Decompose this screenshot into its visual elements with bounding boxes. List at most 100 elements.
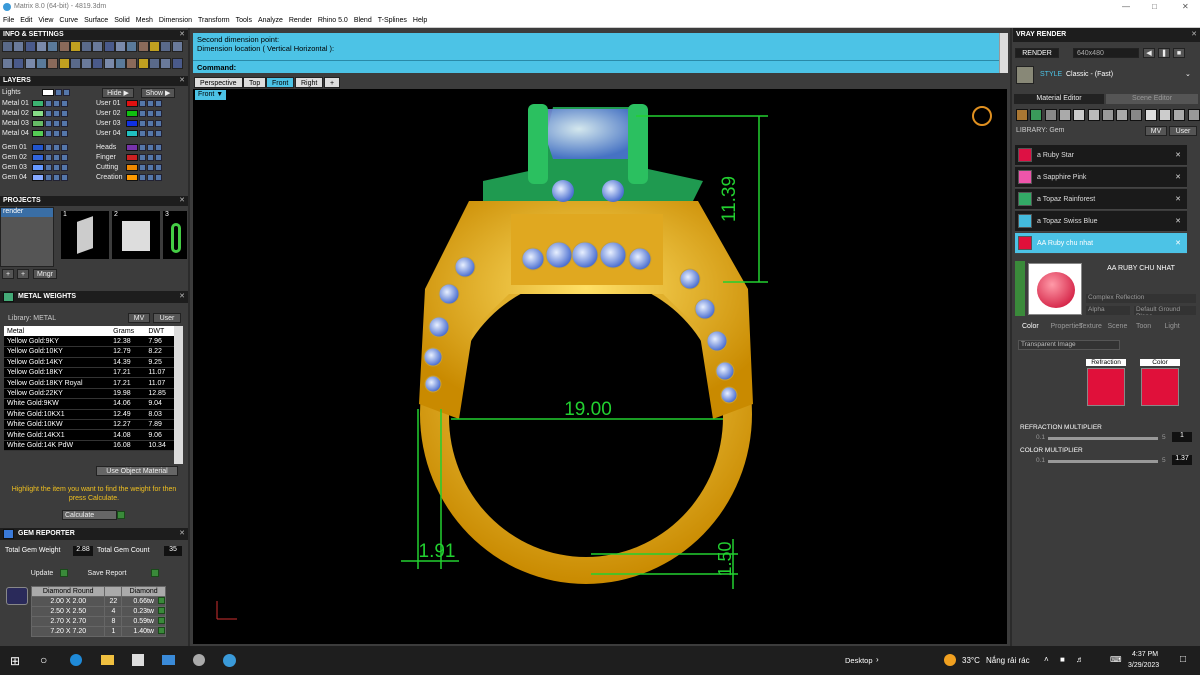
toolbar-icon[interactable]	[103, 41, 115, 52]
preview-toggle[interactable]	[1015, 261, 1025, 316]
layer-color-swatch[interactable]	[126, 100, 138, 107]
lock-icon[interactable]	[139, 164, 146, 171]
layer-row[interactable]: User 03	[94, 119, 162, 128]
subtab-toon[interactable]: Toon	[1136, 323, 1151, 330]
close-icon[interactable]: ✕	[1175, 217, 1181, 225]
menu-surface[interactable]: Surface	[84, 17, 108, 24]
tab-material-editor[interactable]: Material Editor	[1014, 94, 1104, 104]
chevron-down-icon[interactable]: ⌄	[1185, 70, 1191, 78]
menu-view[interactable]: View	[38, 17, 53, 24]
project-item[interactable]: render	[1, 208, 53, 217]
windows-start-icon[interactable]: ⊞	[10, 654, 20, 668]
toolbar-icon[interactable]	[47, 58, 59, 69]
layer-option-icon[interactable]	[61, 130, 68, 137]
material-tool-icon[interactable]	[1116, 109, 1129, 121]
layer-color-swatch[interactable]	[32, 130, 44, 137]
subtab-texture[interactable]: Texture	[1079, 323, 1102, 330]
menu-tools[interactable]: Tools	[236, 17, 252, 24]
layer-color-swatch[interactable]	[32, 164, 44, 171]
menu-tsplines[interactable]: T-Splines	[378, 17, 407, 24]
toolbar-icon[interactable]	[69, 58, 81, 69]
eye-icon[interactable]	[147, 110, 154, 117]
layer-option-icon[interactable]	[61, 154, 68, 161]
tab-front[interactable]: Front	[266, 77, 295, 88]
toolbar-icon[interactable]	[126, 58, 138, 69]
layer-color-swatch[interactable]	[126, 130, 138, 137]
eye-icon[interactable]	[53, 130, 60, 137]
calculate-button[interactable]: Calculate	[62, 510, 117, 520]
transparent-dropdown[interactable]: Transparent Image	[1018, 340, 1120, 350]
maximize-icon[interactable]: □	[1152, 2, 1157, 11]
eye-icon[interactable]	[147, 100, 154, 107]
toolbar-icon[interactable]	[148, 41, 160, 52]
material-item[interactable]: a Sapphire Pink ✕	[1015, 167, 1187, 188]
layer-color-swatch[interactable]	[126, 174, 138, 181]
mv-button[interactable]: MV	[128, 313, 150, 323]
layer-row[interactable]: Creation	[94, 173, 162, 182]
project-thumb[interactable]: 2	[112, 211, 160, 259]
color-swatch[interactable]	[1141, 368, 1179, 406]
layer-option-icon[interactable]	[61, 120, 68, 127]
tab-scene-editor[interactable]: Scene Editor	[1106, 94, 1198, 104]
material-tool-icon[interactable]	[1073, 109, 1086, 121]
layer-color-swatch[interactable]	[32, 174, 44, 181]
rm-value[interactable]: 1	[1172, 432, 1192, 442]
layer-option-icon[interactable]	[155, 164, 162, 171]
toolbar-icon[interactable]	[47, 41, 59, 52]
material-tool-icon[interactable]	[1173, 109, 1186, 121]
table-row[interactable]: Yellow Gold:14KY 14.39 9.25	[4, 357, 176, 369]
material-tool-icon[interactable]	[1144, 109, 1157, 121]
table-row[interactable]: Yellow Gold:9KY 12.38 7.96	[4, 336, 176, 348]
search-icon[interactable]: ○	[40, 653, 47, 667]
lock-icon[interactable]	[45, 174, 52, 181]
eye-icon[interactable]	[147, 164, 154, 171]
folder-icon[interactable]	[101, 655, 114, 665]
lock-icon[interactable]	[139, 110, 146, 117]
material-tool-icon[interactable]	[1016, 109, 1028, 121]
material-item[interactable]: a Ruby Star ✕	[1015, 145, 1187, 166]
material-tool-icon[interactable]	[1058, 109, 1071, 121]
toolbar-icon[interactable]	[13, 41, 25, 52]
chevron-up-icon[interactable]: ˄	[1044, 655, 1049, 664]
layer-row[interactable]: Metal 03	[0, 119, 68, 128]
style-dropdown[interactable]: Classic - (Fast)	[1066, 71, 1113, 78]
menu-file[interactable]: File	[3, 17, 14, 24]
material-tool-icon[interactable]	[1030, 109, 1043, 121]
layer-color-swatch[interactable]	[32, 120, 44, 127]
toolbar-icon[interactable]	[137, 41, 149, 52]
layer-color-swatch[interactable]	[126, 110, 138, 117]
menu-render[interactable]: Render	[289, 17, 312, 24]
material-item[interactable]: AA Ruby chu nhat ✕	[1015, 233, 1187, 254]
minimize-icon[interactable]: —	[1122, 2, 1130, 11]
lock-icon[interactable]	[139, 154, 146, 161]
viewport-front[interactable]: Front ▼ 11.39 19.00 1.91 1.50	[193, 89, 1007, 644]
layer-option-icon[interactable]	[61, 110, 68, 117]
eye-icon[interactable]	[53, 164, 60, 171]
update-go-icon[interactable]	[60, 569, 68, 577]
toolbar-icon[interactable]	[81, 58, 93, 69]
command-input[interactable]: Command:	[193, 60, 999, 73]
scrollbar[interactable]	[174, 326, 183, 464]
table-row[interactable]: 2.00 X 2.00 22 0.66tw	[30, 596, 166, 607]
table-row[interactable]: White Gold:10KX1 12.49 8.03	[4, 409, 176, 421]
eye-icon[interactable]	[147, 130, 154, 137]
layer-option-icon[interactable]	[155, 110, 162, 117]
layer-color-swatch[interactable]	[126, 144, 138, 151]
toolbar-icon[interactable]	[115, 41, 126, 52]
toolbar-icon[interactable]	[103, 58, 115, 69]
eye-icon[interactable]	[147, 154, 154, 161]
layer-option-icon[interactable]	[155, 120, 162, 127]
table-row[interactable]: Yellow Gold:22KY 19.98 12.85	[4, 388, 176, 400]
menu-curve[interactable]: Curve	[59, 17, 78, 24]
layer-row[interactable]: Finger	[94, 153, 162, 162]
eye-icon[interactable]	[53, 154, 60, 161]
lock-icon[interactable]	[45, 100, 52, 107]
close-icon[interactable]: ✕	[179, 291, 185, 303]
eye-icon[interactable]	[53, 110, 60, 117]
cm-value[interactable]: 1.37	[1172, 455, 1192, 465]
user-button[interactable]: User	[1169, 126, 1197, 136]
toolbar-icon[interactable]	[160, 58, 172, 69]
stop-icon[interactable]: ■	[1173, 48, 1185, 58]
manager-button[interactable]: Mngr	[33, 269, 57, 279]
toolbar-icon[interactable]	[35, 58, 47, 69]
